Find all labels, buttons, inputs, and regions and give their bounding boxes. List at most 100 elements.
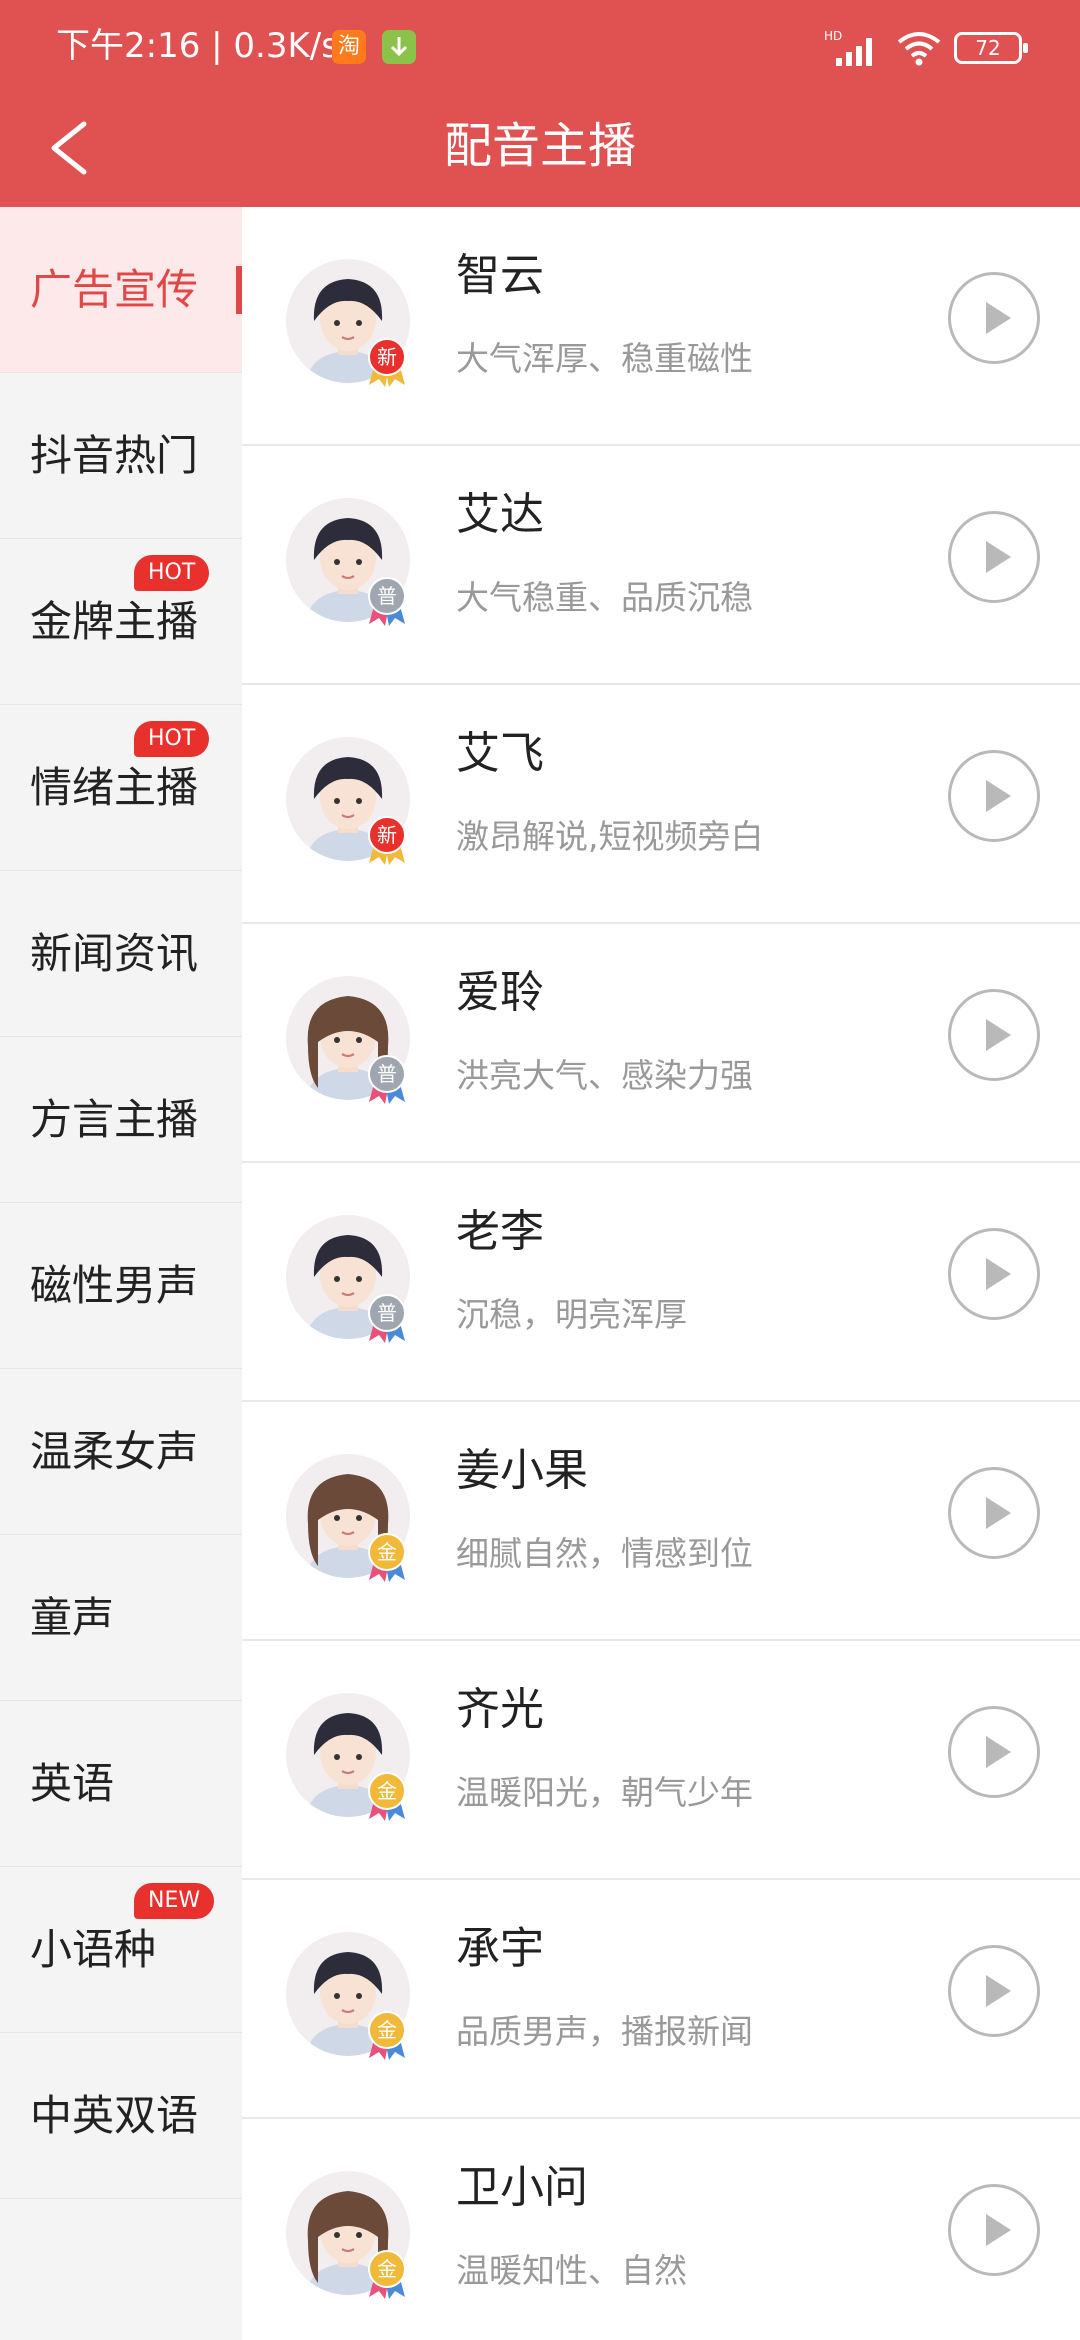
level-badge-icon: 金 [365, 1530, 409, 1582]
sidebar-item-label: 金牌主播 [30, 597, 199, 646]
category-badge: NEW [134, 1883, 215, 1919]
sidebar-item-label: 广告宣传 [30, 265, 199, 314]
anchor-name: 爱聆 [456, 967, 544, 1018]
level-badge-icon: 普 [365, 1052, 409, 1104]
download-icon [382, 30, 416, 64]
play-button[interactable] [948, 2184, 1040, 2276]
status-bar: 下午2:16 | 0.3K/s 淘 HD 72 [0, 0, 1080, 90]
level-badge-icon: 新 [365, 813, 409, 865]
level-badge-label: 普 [377, 1301, 397, 1325]
battery-icon: 72 [954, 32, 1028, 64]
play-button[interactable] [948, 989, 1040, 1081]
sidebar-item[interactable]: 抖音热门 [0, 373, 242, 539]
sidebar-item[interactable]: 方言主播 [0, 1037, 242, 1203]
anchor-description: 温暖知性、自然 [456, 2251, 687, 2290]
signal-label: HD [824, 29, 842, 43]
sidebar-item[interactable]: 温柔女声 [0, 1369, 242, 1535]
level-badge-icon: 普 [365, 574, 409, 626]
sidebar-item[interactable]: 磁性男声 [0, 1203, 242, 1369]
sidebar-item-label: 温柔女声 [30, 1427, 199, 1476]
play-icon [986, 1258, 1011, 1290]
sidebar-item-label: 情绪主播 [30, 763, 199, 812]
app-header: 下午2:16 | 0.3K/s 淘 HD 72 配音主播 [0, 0, 1080, 207]
sidebar-item[interactable]: 新闻资讯 [0, 871, 242, 1037]
anchor-name: 艾达 [456, 489, 544, 540]
battery-level: 72 [975, 36, 1001, 60]
anchor-description: 品质男声，播报新闻 [456, 2012, 753, 2051]
play-icon [986, 1019, 1011, 1051]
play-button[interactable] [948, 272, 1040, 364]
anchor-row[interactable]: 金 承宇 品质男声，播报新闻 [242, 1880, 1080, 2119]
sidebar-item-label: 英语 [30, 1759, 115, 1808]
play-icon [986, 2214, 1011, 2246]
sidebar-item[interactable]: 童声 [0, 1535, 242, 1701]
level-badge-label: 金 [377, 2018, 397, 2042]
anchor-description: 洪亮大气、感染力强 [456, 1056, 753, 1095]
sidebar-item-label: 童声 [30, 1593, 115, 1642]
status-time-speed: 下午2:16 | 0.3K/s [56, 26, 339, 66]
sidebar-item-label: 抖音热门 [30, 431, 199, 480]
category-badge: HOT [134, 555, 210, 591]
play-icon [986, 1497, 1011, 1529]
taobao-icon: 淘 [332, 30, 366, 64]
play-button[interactable] [948, 1945, 1040, 2037]
sidebar-item[interactable]: 英语 [0, 1701, 242, 1867]
status-icons: HD 72 [824, 28, 1028, 68]
sidebar-item[interactable]: 中英双语 [0, 2033, 242, 2199]
sidebar-item[interactable]: 金牌主播 HOT [0, 539, 242, 705]
sidebar-item-label: 新闻资讯 [30, 929, 199, 978]
category-badge: HOT [134, 721, 210, 757]
play-button[interactable] [948, 511, 1040, 603]
anchor-row[interactable]: 金 姜小果细腻自然，情感到位 [242, 1402, 1080, 1641]
anchor-row[interactable]: 普 艾达 大气稳重、品质沉稳 [242, 446, 1080, 685]
level-badge-label: 金 [377, 1779, 397, 1803]
anchor-row[interactable]: 新 智云大气浑厚、稳重磁性 [242, 207, 1080, 446]
anchor-row[interactable]: 金 齐光 温暖阳光，朝气少年 [242, 1641, 1080, 1880]
sidebar-item[interactable]: 广告宣传 [0, 207, 242, 373]
wifi-icon [896, 30, 942, 66]
sidebar-item[interactable]: 小语种 NEW [0, 1867, 242, 2033]
anchor-list: 新智云 大气浑厚、稳重磁性普艾达 大气稳重、品质沉稳新艾飞 激昂解说,短视频旁白普爱聆… [242, 207, 1080, 2340]
sidebar-item-label: 磁性男声 [30, 1261, 199, 1310]
sidebar-item[interactable]: 情绪主播 HOT [0, 705, 242, 871]
nav-bar: 配音主播 [0, 90, 1080, 207]
level-badge-label: 金 [377, 2257, 397, 2281]
level-badge-icon: 新 [365, 335, 409, 387]
anchor-row[interactable]: 普 老李 沉稳，明亮浑厚 [242, 1163, 1080, 1402]
anchor-name: 姜小果 [456, 1445, 588, 1496]
play-icon [986, 302, 1011, 334]
play-button[interactable] [948, 1467, 1040, 1559]
level-badge-icon: 金 [365, 1769, 409, 1821]
anchor-row[interactable]: 新 艾飞激昂解说,短视频旁白 [242, 685, 1080, 924]
category-sidebar: 广告宣传抖音热门金牌主播 HOT 情绪主播 HOT 新闻资讯方言主播磁性男声温柔女声童声… [0, 207, 242, 2340]
play-icon [986, 780, 1011, 812]
sidebar-item-label: 小语种 [30, 1925, 157, 1974]
level-badge-icon: 金 [365, 2008, 409, 2060]
play-icon [986, 541, 1011, 573]
anchor-description: 沉稳，明亮浑厚 [456, 1295, 687, 1334]
anchor-row[interactable]: 普 爱聆洪亮大气、感染力强 [242, 924, 1080, 1163]
level-badge-label: 普 [377, 1062, 397, 1086]
play-icon [986, 1736, 1011, 1768]
play-button[interactable] [948, 750, 1040, 842]
play-button[interactable] [948, 1706, 1040, 1798]
anchor-description: 大气浑厚、稳重磁性 [456, 339, 753, 378]
anchor-description: 细腻自然，情感到位 [456, 1534, 753, 1573]
sidebar-item-label: 方言主播 [30, 1095, 199, 1144]
level-badge-label: 新 [377, 345, 397, 369]
play-icon [986, 1975, 1011, 2007]
play-button[interactable] [948, 1228, 1040, 1320]
level-badge-label: 新 [377, 823, 397, 847]
sidebar-item-label: 中英双语 [30, 2091, 199, 2140]
signal-icon: HD [824, 28, 884, 68]
anchor-row[interactable]: 金 卫小问温暖知性、自然 [242, 2119, 1080, 2340]
anchor-name: 齐光 [456, 1684, 544, 1735]
level-badge-label: 普 [377, 584, 397, 608]
page-title: 配音主播 [443, 118, 636, 174]
level-badge-icon: 普 [365, 1291, 409, 1343]
level-badge-icon: 金 [365, 2247, 409, 2299]
anchor-name: 艾飞 [456, 728, 544, 779]
anchor-description: 激昂解说,短视频旁白 [456, 817, 764, 856]
anchor-name: 智云 [456, 250, 544, 301]
anchor-name: 卫小问 [456, 2162, 588, 2213]
